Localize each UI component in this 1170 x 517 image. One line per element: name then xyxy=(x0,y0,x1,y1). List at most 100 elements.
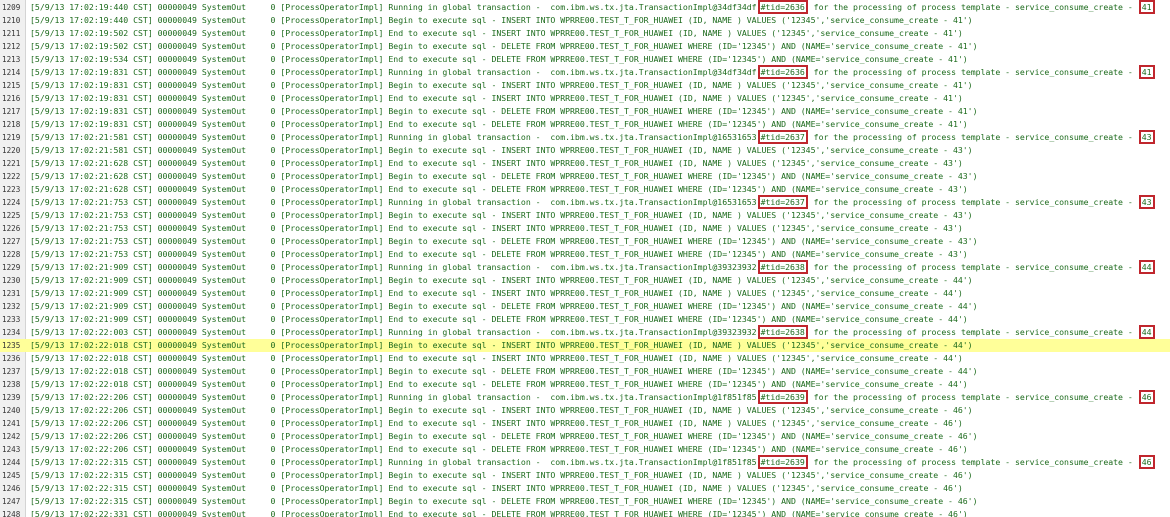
line-number: 1226 xyxy=(2,224,21,233)
log-line-text: [5/9/13 17:02:21:628 CST] 00000049 Syste… xyxy=(30,157,963,170)
log-line-text: [5/9/13 17:02:22:018 CST] 00000049 Syste… xyxy=(30,339,973,352)
log-line[interactable]: 1222 [5/9/13 17:02:21:628 CST] 00000049 S… xyxy=(0,170,1170,183)
log-line[interactable]: 1246 [5/9/13 17:02:22:315 CST] 00000049 S… xyxy=(0,482,1170,495)
log-line[interactable]: 1232 [5/9/13 17:02:21:909 CST] 00000049 S… xyxy=(0,300,1170,313)
line-number: 1212 xyxy=(2,42,21,51)
line-number: 1211 xyxy=(2,29,21,38)
log-line[interactable]: 1240 [5/9/13 17:02:22:206 CST] 00000049 S… xyxy=(0,404,1170,417)
line-number: 1245 xyxy=(2,471,21,480)
log-message: [5/9/13 17:02:21:753 CST] 00000049 Syste… xyxy=(30,197,757,207)
line-number: 1213 xyxy=(2,55,21,64)
log-message: [5/9/13 17:02:21:753 CST] 00000049 Syste… xyxy=(30,249,968,259)
line-number: 1230 xyxy=(2,276,21,285)
line-number: 1233 xyxy=(2,315,21,324)
log-line[interactable]: 1216 [5/9/13 17:02:19:831 CST] 00000049 S… xyxy=(0,92,1170,105)
log-line-text: [5/9/13 17:02:21:628 CST] 00000049 Syste… xyxy=(30,183,968,196)
log-line[interactable]: 1229 [5/9/13 17:02:21:909 CST] 00000049 S… xyxy=(0,260,1170,274)
log-message: [5/9/13 17:02:21:628 CST] 00000049 Syste… xyxy=(30,171,978,181)
log-message: [5/9/13 17:02:21:628 CST] 00000049 Syste… xyxy=(30,158,963,168)
log-line[interactable]: 1212 [5/9/13 17:02:19:502 CST] 00000049 S… xyxy=(0,40,1170,53)
log-message: [5/9/13 17:02:21:581 CST] 00000049 Syste… xyxy=(30,132,757,142)
log-line[interactable]: 1244 [5/9/13 17:02:22:315 CST] 00000049 S… xyxy=(0,455,1170,469)
log-line-current[interactable]: 1235 [5/9/13 17:02:22:018 CST] 00000049 S… xyxy=(0,339,1170,352)
log-line[interactable]: 1233 [5/9/13 17:02:21:909 CST] 00000049 S… xyxy=(0,313,1170,326)
log-line[interactable]: 1225 [5/9/13 17:02:21:753 CST] 00000049 S… xyxy=(0,209,1170,222)
line-number: 1221 xyxy=(2,159,21,168)
sequence-number-highlight: 43 xyxy=(1138,130,1155,144)
line-number: 1244 xyxy=(2,458,21,467)
log-line[interactable]: 1241 [5/9/13 17:02:22:206 CST] 00000049 S… xyxy=(0,417,1170,430)
log-line[interactable]: 1228 [5/9/13 17:02:21:753 CST] 00000049 S… xyxy=(0,248,1170,261)
log-line[interactable]: 1243 [5/9/13 17:02:22:206 CST] 00000049 S… xyxy=(0,443,1170,456)
line-number: 1241 xyxy=(2,419,21,428)
log-line[interactable]: 1224 [5/9/13 17:02:21:753 CST] 00000049 S… xyxy=(0,195,1170,209)
log-line[interactable]: 1217 [5/9/13 17:02:19:831 CST] 00000049 S… xyxy=(0,105,1170,118)
log-line[interactable]: 1238 [5/9/13 17:02:22:018 CST] 00000049 S… xyxy=(0,378,1170,391)
log-line[interactable]: 1218 [5/9/13 17:02:19:831 CST] 00000049 S… xyxy=(0,118,1170,131)
log-line[interactable]: 1220 [5/9/13 17:02:21:581 CST] 00000049 S… xyxy=(0,144,1170,157)
log-line[interactable]: 1226 [5/9/13 17:02:21:753 CST] 00000049 S… xyxy=(0,222,1170,235)
log-line-text: [5/9/13 17:02:22:003 CST] 00000049 Syste… xyxy=(30,325,1156,339)
line-number: 1236 xyxy=(2,354,21,363)
log-line[interactable]: 1247 [5/9/13 17:02:22:315 CST] 00000049 S… xyxy=(0,495,1170,508)
log-message: [5/9/13 17:02:22:206 CST] 00000049 Syste… xyxy=(30,392,757,402)
line-number: 1210 xyxy=(2,16,21,25)
log-line[interactable]: 1239 [5/9/13 17:02:22:206 CST] 00000049 S… xyxy=(0,390,1170,404)
log-line[interactable]: 1209 [5/9/13 17:02:19:440 CST] 00000049 S… xyxy=(0,0,1170,14)
log-line[interactable]: 1234 [5/9/13 17:02:22:003 CST] 00000049 S… xyxy=(0,325,1170,339)
log-message: [5/9/13 17:02:19:831 CST] 00000049 Syste… xyxy=(30,67,757,77)
log-message: [5/9/13 17:02:22:018 CST] 00000049 Syste… xyxy=(30,353,963,363)
log-line-text: [5/9/13 17:02:22:206 CST] 00000049 Syste… xyxy=(30,430,978,443)
log-line-text: [5/9/13 17:02:21:909 CST] 00000049 Syste… xyxy=(30,287,963,300)
line-number: 1215 xyxy=(2,81,21,90)
line-number: 1218 xyxy=(2,120,21,129)
log-message: [5/9/13 17:02:19:831 CST] 00000049 Syste… xyxy=(30,119,968,129)
log-line[interactable]: 1221 [5/9/13 17:02:21:628 CST] 00000049 S… xyxy=(0,157,1170,170)
log-message: [5/9/13 17:02:19:534 CST] 00000049 Syste… xyxy=(30,54,968,64)
sequence-number-highlight: 44 xyxy=(1138,260,1155,274)
log-line[interactable]: 1219 [5/9/13 17:02:21:581 CST] 00000049 S… xyxy=(0,130,1170,144)
transaction-id-highlight: #tid=2637 xyxy=(757,130,808,144)
line-number: 1228 xyxy=(2,250,21,259)
log-message: [5/9/13 17:02:21:753 CST] 00000049 Syste… xyxy=(30,223,963,233)
log-message: [5/9/13 17:02:19:831 CST] 00000049 Syste… xyxy=(30,106,978,116)
transaction-id-highlight: #tid=2638 xyxy=(757,260,808,274)
log-message: [5/9/13 17:02:22:315 CST] 00000049 Syste… xyxy=(30,496,978,506)
log-line-text: [5/9/13 17:02:21:753 CST] 00000049 Syste… xyxy=(30,222,963,235)
log-line-text: [5/9/13 17:02:21:909 CST] 00000049 Syste… xyxy=(30,313,968,326)
line-number: 1229 xyxy=(2,263,21,272)
log-line-text: [5/9/13 17:02:19:502 CST] 00000049 Syste… xyxy=(30,40,978,53)
log-viewer[interactable]: 1209 [5/9/13 17:02:19:440 CST] 00000049 S… xyxy=(0,0,1170,517)
log-line-text: [5/9/13 17:02:19:534 CST] 00000049 Syste… xyxy=(30,53,968,66)
log-line[interactable]: 1223 [5/9/13 17:02:21:628 CST] 00000049 S… xyxy=(0,183,1170,196)
log-message: [5/9/13 17:02:22:331 CST] 00000049 Syste… xyxy=(30,509,968,517)
log-line[interactable]: 1211 [5/9/13 17:02:19:502 CST] 00000049 S… xyxy=(0,27,1170,40)
log-message: [5/9/13 17:02:19:831 CST] 00000049 Syste… xyxy=(30,93,963,103)
sequence-number-highlight: 43 xyxy=(1138,195,1155,209)
log-line[interactable]: 1215 [5/9/13 17:02:19:831 CST] 00000049 S… xyxy=(0,79,1170,92)
log-line[interactable]: 1231 [5/9/13 17:02:21:909 CST] 00000049 S… xyxy=(0,287,1170,300)
log-message: [5/9/13 17:02:21:909 CST] 00000049 Syste… xyxy=(30,288,963,298)
log-message-continuation: for the processing of process template -… xyxy=(808,67,1138,77)
log-message: [5/9/13 17:02:22:018 CST] 00000049 Syste… xyxy=(30,366,978,376)
log-line[interactable]: 1248 [5/9/13 17:02:22:331 CST] 00000049 S… xyxy=(0,508,1170,517)
log-message: [5/9/13 17:02:22:206 CST] 00000049 Syste… xyxy=(30,444,968,454)
log-message: [5/9/13 17:02:22:206 CST] 00000049 Syste… xyxy=(30,431,978,441)
log-line-text: [5/9/13 17:02:22:018 CST] 00000049 Syste… xyxy=(30,378,968,391)
log-line[interactable]: 1236 [5/9/13 17:02:22:018 CST] 00000049 S… xyxy=(0,352,1170,365)
log-line[interactable]: 1214 [5/9/13 17:02:19:831 CST] 00000049 S… xyxy=(0,65,1170,79)
log-line[interactable]: 1237 [5/9/13 17:02:22:018 CST] 00000049 S… xyxy=(0,365,1170,378)
log-message: [5/9/13 17:02:21:753 CST] 00000049 Syste… xyxy=(30,210,973,220)
log-line[interactable]: 1213 [5/9/13 17:02:19:534 CST] 00000049 S… xyxy=(0,53,1170,66)
sequence-number-highlight: 46 xyxy=(1138,455,1155,469)
log-message: [5/9/13 17:02:22:018 CST] 00000049 Syste… xyxy=(30,379,968,389)
log-line[interactable]: 1245 [5/9/13 17:02:22:315 CST] 00000049 S… xyxy=(0,469,1170,482)
log-message-continuation: for the processing of process template -… xyxy=(808,392,1138,402)
log-line[interactable]: 1227 [5/9/13 17:02:21:753 CST] 00000049 S… xyxy=(0,235,1170,248)
log-message: [5/9/13 17:02:19:440 CST] 00000049 Syste… xyxy=(30,15,973,25)
line-number: 1243 xyxy=(2,445,21,454)
log-line[interactable]: 1230 [5/9/13 17:02:21:909 CST] 00000049 S… xyxy=(0,274,1170,287)
line-number: 1222 xyxy=(2,172,21,181)
log-line[interactable]: 1210 [5/9/13 17:02:19:440 CST] 00000049 S… xyxy=(0,14,1170,27)
log-line[interactable]: 1242 [5/9/13 17:02:22:206 CST] 00000049 S… xyxy=(0,430,1170,443)
